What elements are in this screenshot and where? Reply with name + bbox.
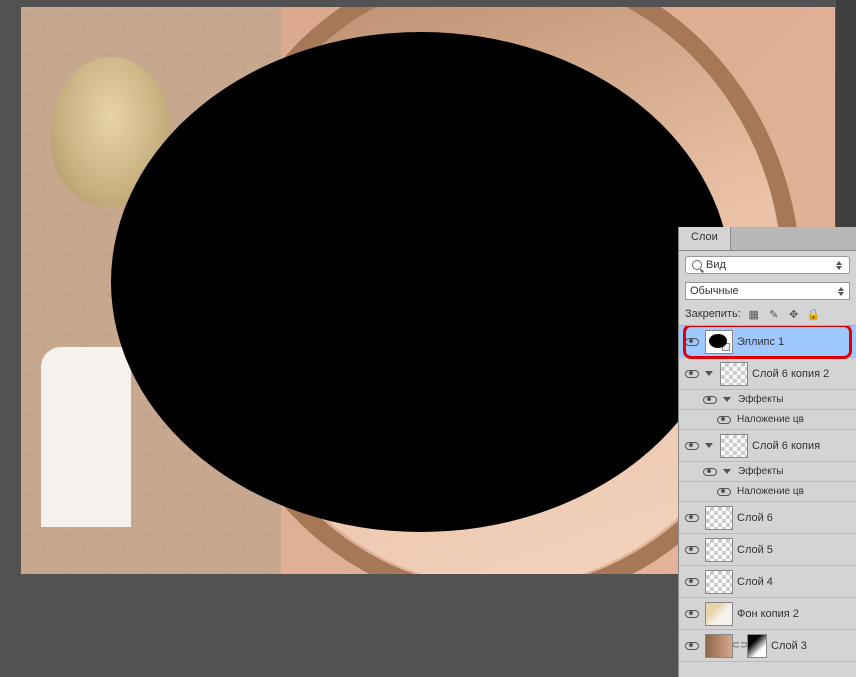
eye-icon: [685, 642, 699, 650]
layer-filter-dropdown[interactable]: Вид: [685, 256, 850, 274]
layer-row[interactable]: Слой 6 копия: [679, 430, 856, 462]
lock-all-icon[interactable]: 🔒: [807, 307, 821, 321]
layer-name[interactable]: Эллипс 1: [737, 336, 852, 348]
effect-item-row[interactable]: Наложение цв: [679, 410, 856, 430]
chevron-down-icon[interactable]: [705, 371, 713, 376]
layer-thumbnail[interactable]: [705, 506, 733, 530]
chevron-down-icon[interactable]: [705, 443, 713, 448]
layer-thumbnail[interactable]: [705, 570, 733, 594]
layer-row[interactable]: Слой 4: [679, 566, 856, 598]
visibility-toggle[interactable]: [683, 642, 701, 650]
dropdown-arrows-icon: [835, 261, 843, 270]
effects-label: Эффекты: [738, 466, 852, 477]
chevron-down-icon[interactable]: [723, 469, 731, 474]
lock-icons-group: ▦ ✎ ✥ 🔒: [747, 307, 821, 321]
visibility-toggle[interactable]: [683, 442, 701, 450]
dropdown-arrows-icon: [837, 287, 845, 296]
lock-pixels-icon[interactable]: ✎: [767, 307, 781, 321]
layer-filter-row: Вид: [679, 251, 856, 279]
layer-row[interactable]: Слой 6: [679, 502, 856, 534]
visibility-toggle[interactable]: [715, 416, 733, 424]
eye-icon: [685, 546, 699, 554]
effects-row[interactable]: Эффекты: [679, 462, 856, 482]
link-icon: ⊂⊃: [737, 641, 743, 651]
lock-label: Закрепить:: [685, 308, 741, 320]
eye-icon: [717, 488, 731, 496]
layer-row[interactable]: ⊂⊃ Слой 3: [679, 630, 856, 662]
layer-thumbnail[interactable]: [705, 666, 733, 667]
blend-mode-dropdown[interactable]: Обычные: [685, 282, 850, 300]
layer-row[interactable]: Эллипс 1: [679, 326, 856, 358]
layers-panel: Слои Вид Обычные Закрепить: ▦ ✎ ✥ 🔒 Элли…: [678, 227, 856, 677]
lock-transparency-icon[interactable]: ▦: [747, 307, 761, 321]
panel-tabs: Слои: [679, 227, 856, 251]
layer-name[interactable]: Слой 6 копия 2: [752, 368, 852, 380]
layer-row[interactable]: Слой 6 копия 2: [679, 358, 856, 390]
layer-name[interactable]: Слой 3: [771, 640, 852, 652]
blend-mode-row: Обычные: [679, 279, 856, 303]
layer-thumbnail[interactable]: [720, 362, 748, 386]
eye-icon: [685, 514, 699, 522]
effects-row[interactable]: Эффекты: [679, 390, 856, 410]
visibility-toggle[interactable]: [701, 468, 719, 476]
visibility-toggle[interactable]: [715, 488, 733, 496]
layer-mask-thumbnail[interactable]: [747, 666, 767, 667]
layer-name[interactable]: Слой 4: [737, 576, 852, 588]
chevron-down-icon[interactable]: [723, 397, 731, 402]
visibility-toggle[interactable]: [683, 610, 701, 618]
visibility-toggle[interactable]: [683, 370, 701, 378]
ellipse-shape[interactable]: [111, 32, 731, 532]
effect-name: Наложение цв: [737, 486, 852, 497]
layer-thumbnail[interactable]: [705, 602, 733, 626]
eye-icon: [685, 610, 699, 618]
person-shirt: [41, 347, 131, 527]
visibility-toggle[interactable]: [683, 338, 701, 346]
lock-position-icon[interactable]: ✥: [787, 307, 801, 321]
layer-name[interactable]: Слой 5: [737, 544, 852, 556]
search-icon: [692, 260, 702, 270]
layer-mask-thumbnail[interactable]: [747, 634, 767, 658]
filter-label: Вид: [706, 259, 726, 271]
visibility-toggle[interactable]: [683, 514, 701, 522]
visibility-toggle[interactable]: [683, 546, 701, 554]
layer-thumbnail[interactable]: [720, 434, 748, 458]
layer-row[interactable]: ⊂⊃Слой 2: [679, 662, 856, 666]
layer-row[interactable]: Фон копия 2: [679, 598, 856, 630]
effect-name: Наложение цв: [737, 414, 852, 425]
visibility-toggle[interactable]: [701, 396, 719, 404]
lock-row: Закрепить: ▦ ✎ ✥ 🔒: [679, 303, 856, 326]
layer-thumbnail[interactable]: [705, 330, 733, 354]
effect-item-row[interactable]: Наложение цв: [679, 482, 856, 502]
tab-layers[interactable]: Слои: [679, 227, 731, 250]
layers-list[interactable]: Эллипс 1 Слой 6 копия 2 Эффекты Наложение ц…: [679, 326, 856, 666]
layer-row[interactable]: Слой 5: [679, 534, 856, 566]
eye-icon: [685, 370, 699, 378]
eye-icon: [717, 416, 731, 424]
layer-thumbnail[interactable]: [705, 634, 733, 658]
eye-icon: [703, 468, 717, 476]
eye-icon: [685, 338, 699, 346]
eye-icon: [685, 578, 699, 586]
blend-mode-value: Обычные: [690, 285, 739, 297]
layer-name[interactable]: Фон копия 2: [737, 608, 852, 620]
eye-icon: [685, 442, 699, 450]
visibility-toggle[interactable]: [683, 578, 701, 586]
eye-icon: [703, 396, 717, 404]
layer-name[interactable]: Слой 6 копия: [752, 440, 852, 452]
layer-name[interactable]: Слой 6: [737, 512, 852, 524]
effects-label: Эффекты: [738, 394, 852, 405]
layer-thumbnail[interactable]: [705, 538, 733, 562]
